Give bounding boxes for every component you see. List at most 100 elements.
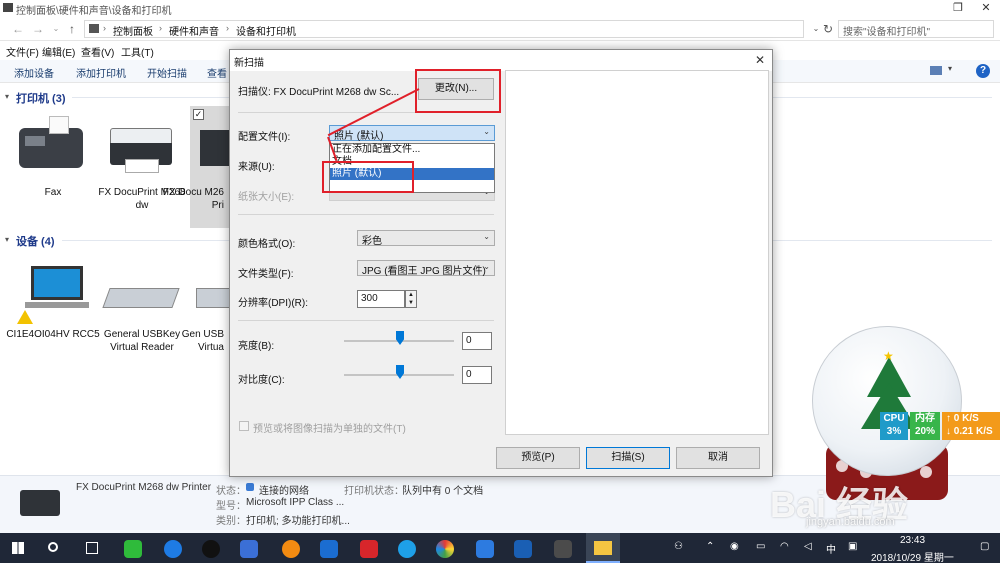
chevron-down-icon[interactable]: ⌄ [48, 21, 64, 37]
back-arrow-icon[interactable]: ← [10, 21, 26, 37]
card-reader-icon [196, 288, 230, 308]
qq-icon[interactable] [202, 540, 220, 558]
orange-app-icon[interactable] [282, 540, 300, 558]
file-type-value: JPG (看图王 JPG 图片文件) [362, 266, 486, 277]
laptop-icon [31, 266, 83, 300]
search-input[interactable]: 搜索"设备和打印机" [838, 20, 994, 38]
help-icon[interactable]: ? [976, 64, 990, 78]
menu-edit[interactable]: 编辑(E) [42, 44, 75, 59]
resolution-input[interactable]: 300 [357, 290, 405, 308]
add-printer-button[interactable]: 添加打印机 [76, 65, 126, 80]
k-app-icon[interactable] [164, 540, 182, 558]
input-method-icon[interactable]: ▣ [848, 541, 857, 552]
cancel-button[interactable]: 取消 [676, 447, 760, 469]
details-printer-status-value: 队列中有 0 个文档 [402, 486, 484, 497]
clock-date[interactable]: 2018/10/29 星期一 [871, 549, 954, 563]
up-arrow-icon[interactable]: ↑ [64, 21, 80, 37]
view-button[interactable]: 查看 [207, 65, 227, 80]
chevron-right-icon: › [226, 23, 229, 33]
breadcrumb-devices-printers[interactable]: 设备和打印机 [236, 23, 296, 38]
windows-start-icon[interactable] [12, 542, 24, 554]
breadcrumb-hardware-sound[interactable]: 硬件和声音 [169, 23, 219, 38]
collapse-icon[interactable]: ▾ [5, 235, 9, 244]
view-options-icon[interactable] [930, 66, 942, 75]
explorer-active-tab[interactable] [586, 533, 620, 563]
start-scan-button[interactable]: 开始扫描 [147, 65, 187, 80]
notification-icon[interactable]: ▢ [980, 541, 989, 552]
menu-file[interactable]: 文件(F) [6, 44, 39, 59]
close-icon[interactable]: ✕ [748, 50, 772, 71]
red-app-icon[interactable] [360, 540, 378, 558]
refresh-icon[interactable]: ↻ [820, 21, 836, 37]
device-computer[interactable]: CI1E4OI04HV RCC5 [5, 258, 101, 358]
brightness-slider-thumb[interactable] [396, 331, 404, 345]
network-icon [246, 483, 254, 491]
contrast-slider-thumb[interactable] [396, 365, 404, 379]
folder-icon [594, 541, 612, 555]
maximize-icon[interactable]: ❐ [944, 0, 972, 17]
profile-option[interactable]: 正在添加配置文件... [330, 144, 494, 156]
feather-app-icon[interactable] [240, 540, 258, 558]
brightness-input[interactable]: 0 [462, 332, 492, 350]
file-type-select[interactable]: JPG (看图王 JPG 图片文件) ⌄ [357, 260, 495, 277]
upload-speed: 0 K/S [953, 413, 979, 424]
address-input[interactable]: › 控制面板 › 硬件和声音 › 设备和打印机 [84, 20, 804, 38]
add-device-button[interactable]: 添加设备 [14, 65, 54, 80]
ime-indicator[interactable]: 中 [826, 541, 836, 556]
devices-heading: 设备 (4) [16, 236, 55, 248]
blue-app-icon[interactable] [476, 540, 494, 558]
device-fax[interactable]: Fax [5, 112, 101, 222]
printer-icon [20, 490, 60, 516]
upload-arrow-icon: ↑ [946, 413, 951, 424]
device-fx-docuprint-selected[interactable]: ✓ FX Docu M26 Pri [163, 106, 230, 228]
task-view-icon[interactable] [86, 542, 98, 554]
ie-browser-icon[interactable] [398, 540, 416, 558]
wechat-icon[interactable] [124, 540, 142, 558]
divider [238, 214, 494, 215]
warning-icon [17, 310, 33, 324]
printer-app-icon[interactable] [554, 540, 572, 558]
separate-files-checkbox[interactable] [239, 421, 249, 431]
clock-time[interactable]: 23:43 [900, 535, 925, 546]
preview-button[interactable]: 预览(P) [496, 447, 580, 469]
cpu-monitor[interactable]: CPU 3% [880, 412, 908, 440]
color-format-select[interactable]: 彩色 ⌄ [357, 230, 495, 247]
profile-selected-value: 照片 (默认) [334, 131, 384, 142]
device-usb-virtual[interactable]: Gen USB Virtua [182, 258, 230, 368]
tools-app-icon[interactable] [514, 540, 532, 558]
scan-button[interactable]: 扫描(S) [586, 447, 670, 469]
snow-globe-widget[interactable]: ★ [812, 326, 962, 476]
details-category-value: 打印机; 多功能打印机... [246, 516, 350, 527]
wifi-icon[interactable]: ◠ [780, 541, 789, 552]
new-scan-dialog: 新扫描 ✕ 扫描仪: FX DocuPrint M268 dw Sc... 更改… [229, 49, 773, 477]
color-wheel-app-icon[interactable] [436, 540, 454, 558]
battery-icon[interactable]: ▭ [756, 541, 765, 552]
collapse-icon[interactable]: ▾ [5, 92, 9, 101]
breadcrumb-control-panel[interactable]: 控制面板 [113, 23, 153, 38]
printers-heading: 打印机 (3) [16, 93, 66, 105]
search-icon[interactable] [48, 542, 58, 552]
close-icon[interactable]: ✕ [972, 0, 1000, 17]
chevron-up-icon[interactable]: ⌃ [706, 541, 714, 552]
people-icon[interactable]: ⚇ [674, 541, 683, 552]
menu-view[interactable]: 查看(V) [81, 44, 114, 59]
details-status-label: 状态： [216, 486, 246, 497]
window-titlebar: 控制面板\硬件和声音\设备和打印机 ❐ ✕ [0, 0, 1000, 17]
laptop-base [25, 302, 89, 308]
forward-arrow-icon[interactable]: → [30, 21, 46, 37]
profile-select[interactable]: 照片 (默认) ⌄ [329, 125, 495, 142]
memory-monitor[interactable]: 内存 20% [910, 412, 940, 440]
chevron-right-icon: › [103, 23, 106, 33]
office-app-icon[interactable] [320, 540, 338, 558]
tray-app-icon[interactable]: ◉ [730, 541, 739, 552]
memory-label: 内存 [915, 413, 935, 424]
details-model-value: Microsoft IPP Class ... [246, 497, 345, 508]
resolution-label: 分辨率(DPI)(R): [238, 298, 308, 309]
network-monitor[interactable]: ↑ 0 K/S ↓ 0.21 K/S [942, 412, 1000, 440]
checkbox-icon[interactable]: ✓ [193, 109, 204, 120]
resolution-stepper[interactable]: ▲ ▼ [405, 290, 417, 308]
chevron-down-icon[interactable]: ▾ [948, 64, 952, 73]
contrast-input[interactable]: 0 [462, 366, 492, 384]
menu-tools[interactable]: 工具(T) [121, 44, 154, 59]
volume-icon[interactable]: ◁ [804, 541, 812, 552]
